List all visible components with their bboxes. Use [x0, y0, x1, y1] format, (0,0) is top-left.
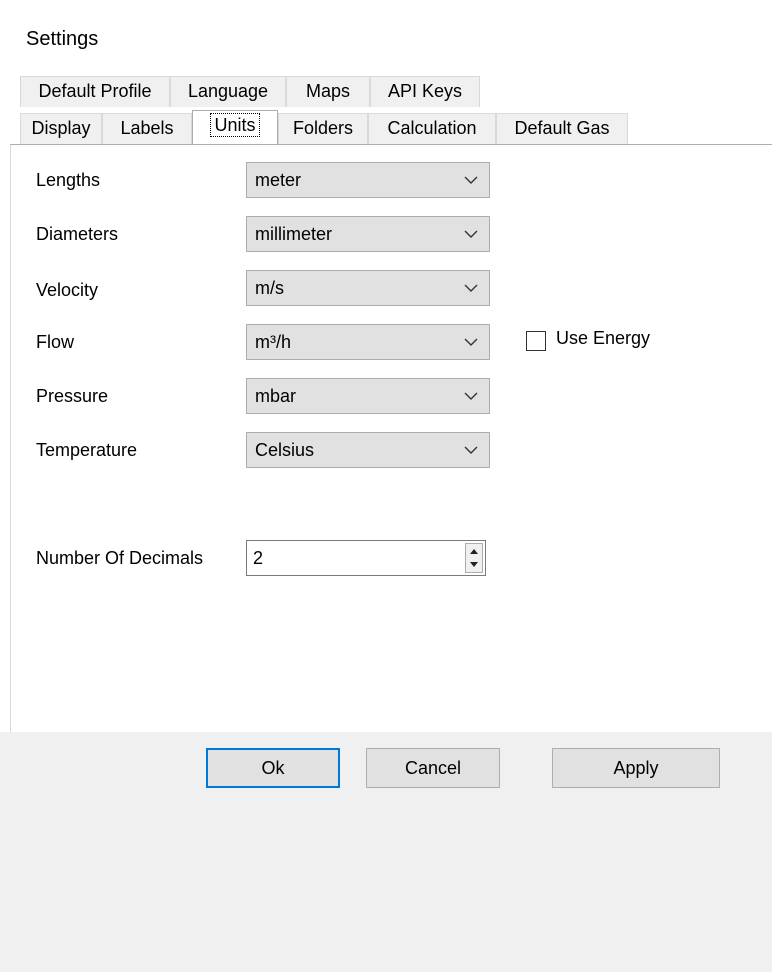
chevron-down-icon [464, 338, 478, 346]
flow-dropdown[interactable]: m³/h [246, 324, 490, 360]
tab-folders[interactable]: Folders [278, 113, 368, 144]
decimals-stepper[interactable]: 2 [246, 540, 486, 576]
checkbox-box[interactable] [526, 331, 546, 351]
apply-button[interactable]: Apply [552, 748, 720, 788]
use-energy-label: Use Energy [556, 328, 651, 348]
diameters-label: Diameters [36, 224, 119, 244]
tab-api-keys[interactable]: API Keys [370, 76, 480, 107]
chevron-down-icon [464, 230, 478, 238]
diameters-dropdown[interactable]: millimeter [246, 216, 490, 252]
decimals-value[interactable]: 2 [253, 541, 263, 575]
dropdown-value: meter [255, 170, 302, 190]
temperature-dropdown[interactable]: Celsius [246, 432, 490, 468]
tab-units[interactable]: Units [192, 110, 278, 144]
velocity-label: Velocity [36, 280, 99, 300]
dropdown-value: m³/h [255, 332, 291, 352]
lengths-dropdown[interactable]: meter [246, 162, 490, 198]
tab-label: Language [187, 81, 269, 101]
tab-display[interactable]: Display [20, 113, 102, 144]
cancel-button[interactable]: Cancel [366, 748, 500, 788]
tab-label: Calculation [387, 118, 477, 138]
chevron-down-icon [464, 446, 478, 454]
tab-labels[interactable]: Labels [102, 113, 192, 144]
pressure-dropdown[interactable]: mbar [246, 378, 490, 414]
flow-label: Flow [36, 332, 75, 352]
settings-dialog: Settings Default Profile Language Maps A… [0, 0, 772, 972]
chevron-down-icon [464, 176, 478, 184]
dialog-title: Settings [26, 28, 99, 50]
stepper-buttons [465, 543, 483, 573]
ok-button[interactable]: Ok [206, 748, 340, 788]
lengths-label: Lengths [36, 170, 101, 190]
velocity-dropdown[interactable]: m/s [246, 270, 490, 306]
temperature-label: Temperature [36, 440, 138, 460]
chevron-down-icon [464, 284, 478, 292]
tab-label: Display [31, 118, 91, 138]
chevron-down-icon [464, 392, 478, 400]
tab-label: Folders [292, 118, 354, 138]
spin-down-icon[interactable] [466, 558, 482, 572]
dropdown-value: Celsius [255, 440, 315, 460]
pressure-label: Pressure [36, 386, 109, 406]
dropdown-value: m/s [255, 278, 284, 298]
decimals-label: Number Of Decimals [36, 548, 204, 568]
tab-default-gas[interactable]: Default Gas [496, 113, 628, 144]
tab-default-profile[interactable]: Default Profile [20, 76, 170, 107]
dropdown-value: mbar [255, 386, 297, 406]
tab-label: Default Gas [514, 118, 610, 138]
tab-calculation[interactable]: Calculation [368, 113, 496, 144]
spin-up-icon[interactable] [466, 544, 482, 558]
tab-label: Maps [305, 81, 350, 101]
tab-label: Units [210, 113, 260, 137]
tab-language[interactable]: Language [170, 76, 286, 107]
tab-label: Labels [120, 118, 174, 138]
dropdown-value: millimeter [255, 224, 333, 244]
tab-label: API Keys [387, 81, 463, 101]
tab-maps[interactable]: Maps [286, 76, 370, 107]
tab-label: Default Profile [38, 81, 152, 101]
